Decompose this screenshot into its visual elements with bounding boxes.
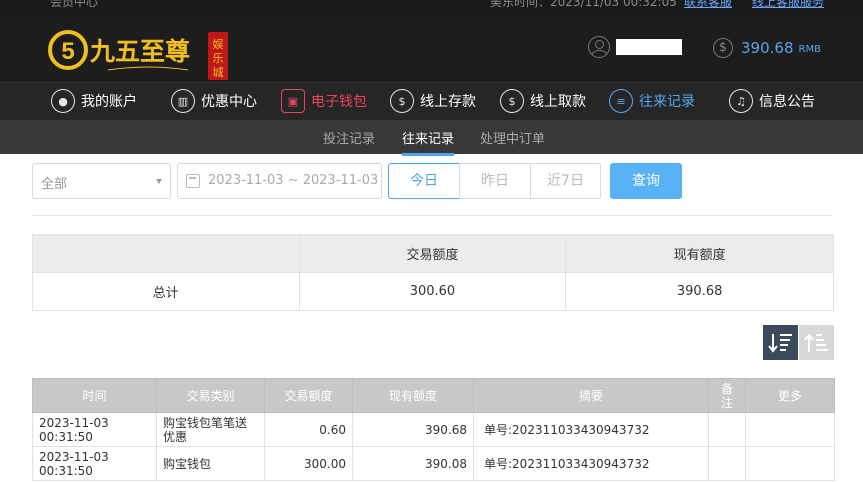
svg-text:九五至尊: 九五至尊 (89, 37, 190, 66)
cell-remark (708, 412, 746, 447)
summary-current-balance: 390.68 (565, 272, 834, 311)
main-nav: ● 我的账户 ▥ 优惠中心 ▣ 电子钱包 $ 线上存款 $ 线上取款 ≡ 往来记… (0, 82, 863, 120)
summary-total-amount: 300.60 (298, 272, 567, 311)
bell-icon: ♫ (729, 89, 753, 113)
query-button[interactable]: 查询 (610, 163, 682, 199)
nav-item-announcements[interactable]: ♫ 信息公告 (729, 89, 815, 113)
gift-icon: ▥ (171, 89, 195, 113)
cell-more[interactable] (745, 412, 835, 447)
cell-amount: 300.00 (264, 446, 353, 481)
sort-asc-icon (803, 332, 828, 352)
nav-item-online-deposit[interactable]: $ 线上存款 (390, 89, 476, 113)
summary-header-cell: 交易额度 (298, 234, 567, 273)
brand-logo[interactable]: 5 九五至尊 娱 乐 城 (48, 24, 238, 82)
coin-icon: $ (713, 38, 733, 58)
col-header-balance[interactable]: 现有额度 (352, 378, 474, 413)
summary-total-row: 总计 300.60 390.68 (32, 272, 834, 311)
cell-summary: 单号:202311033430943732 (473, 446, 709, 481)
records-icon: ≡ (609, 89, 633, 113)
cell-balance: 390.08 (352, 446, 474, 481)
date-range-input[interactable]: 2023-11-03 ~ 2023-11-03 (177, 163, 382, 199)
svg-text:乐: 乐 (213, 52, 224, 65)
wallet-icon: ▣ (281, 89, 305, 113)
tab-transaction-records[interactable]: 往来记录 (402, 128, 455, 156)
table-row: 2023-11-03 00:31:50 购宝钱包笔笔送优惠 0.60 390.6… (32, 412, 835, 447)
col-header-type[interactable]: 交易类别 (156, 378, 265, 413)
username-masked (616, 39, 682, 55)
type-select[interactable]: 全部 (32, 163, 171, 199)
cell-amount: 0.60 (264, 412, 353, 447)
sub-tabs: 投注记录 往来记录 处理中订单 (0, 120, 863, 156)
member-center-text: 会员中心 (50, 0, 99, 9)
date-range-value: 2023-11-03 ~ 2023-11-03 (208, 173, 379, 188)
summary-total-label: 总计 (32, 272, 300, 311)
deposit-icon: $ (390, 89, 414, 113)
svg-text:娱: 娱 (213, 37, 224, 51)
cell-more[interactable] (745, 446, 835, 481)
sort-asc-button[interactable] (799, 325, 834, 360)
online-service-link[interactable]: 线上客服服务 (752, 0, 824, 10)
caret-down-icon (156, 179, 162, 184)
calendar-icon (186, 174, 200, 188)
nav-item-online-withdraw[interactable]: $ 线上取款 (500, 89, 586, 113)
user-avatar-icon (588, 36, 610, 58)
cell-type: 购宝钱包 (156, 446, 265, 481)
balance-amount: 390.68 (741, 39, 794, 57)
svg-text:5: 5 (61, 38, 74, 65)
top-strip: 会员中心 美东时间：2023/11/03 00:32:05 联系客服 线上客服服… (0, 0, 863, 16)
cell-balance: 390.68 (352, 412, 474, 447)
cell-time: 2023-11-03 00:31:50 (32, 446, 157, 481)
time-text: 美东时间：2023/11/03 00:32:05 (490, 0, 677, 9)
cell-time: 2023-11-03 00:31:50 (32, 412, 157, 447)
table-row: 2023-11-03 00:31:50 购宝钱包 300.00 390.08 单… (32, 446, 835, 481)
nav-item-e-wallet[interactable]: ▣ 电子钱包 (281, 89, 367, 113)
summary-header-cell (32, 234, 300, 273)
type-select-value: 全部 (41, 177, 68, 192)
cell-remark (708, 446, 746, 481)
tab-pending-orders[interactable]: 处理中订单 (480, 128, 545, 147)
cell-summary: 单号:202311033430943732 (473, 412, 709, 447)
header: 5 九五至尊 娱 乐 城 $ 390.68 RMB (0, 16, 863, 82)
nav-item-my-account[interactable]: ● 我的账户 (51, 89, 137, 113)
nav-item-promotions[interactable]: ▥ 优惠中心 (171, 89, 257, 113)
transactions-table: 时间 交易类别 交易额度 现有额度 摘要 备注 更多 2023-11-03 00… (32, 378, 835, 481)
col-header-amount[interactable]: 交易额度 (264, 378, 353, 413)
col-header-remark[interactable]: 备注 (708, 378, 746, 413)
sort-desc-icon (767, 333, 792, 353)
table-header-row: 时间 交易类别 交易额度 现有额度 摘要 备注 更多 (32, 378, 835, 413)
cell-type: 购宝钱包笔笔送优惠 (156, 412, 265, 447)
balance-display: $ 390.68 RMB (713, 38, 821, 58)
balance-currency: RMB (798, 44, 821, 55)
contact-link[interactable]: 联系客服 (684, 0, 732, 10)
summary-table: 交易额度 现有额度 总计 300.60 390.68 (32, 234, 834, 311)
user-info[interactable] (588, 36, 682, 58)
nav-item-records[interactable]: ≡ 往来记录 (609, 89, 695, 113)
divider (32, 215, 833, 216)
withdraw-icon: $ (500, 89, 524, 113)
sort-desc-button[interactable] (763, 325, 798, 360)
user-icon: ● (51, 89, 75, 113)
svg-text:城: 城 (213, 66, 224, 79)
col-header-time[interactable]: 时间 (32, 378, 157, 413)
summary-header-cell: 现有额度 (565, 234, 834, 273)
yesterday-button[interactable]: 昨日 (459, 163, 531, 199)
today-button[interactable]: 今日 (388, 163, 460, 199)
summary-header-row: 交易额度 现有额度 (32, 234, 834, 273)
last-7-days-button[interactable]: 近7日 (530, 163, 601, 199)
col-header-summary[interactable]: 摘要 (473, 378, 709, 413)
col-header-more[interactable]: 更多 (745, 378, 835, 413)
tab-bet-records[interactable]: 投注记录 (323, 128, 375, 147)
